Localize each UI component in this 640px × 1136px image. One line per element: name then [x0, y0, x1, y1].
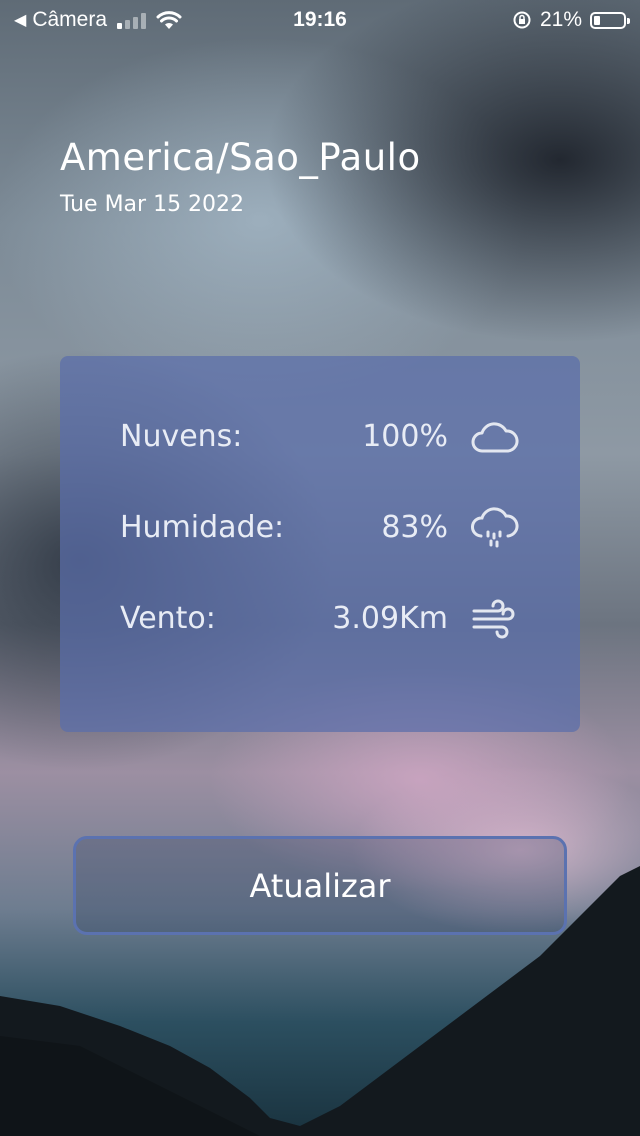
humidity-label: Humidade:	[120, 510, 285, 545]
wind-label: Vento:	[120, 601, 216, 636]
humidity-row: Humidade: 83%	[120, 502, 520, 552]
wind-row: Vento: 3.09Km	[120, 593, 520, 643]
current-date: Tue Mar 15 2022	[60, 192, 245, 217]
rotation-lock-icon	[513, 11, 531, 29]
clouds-value: 100%	[362, 419, 448, 454]
wind-value: 3.09Km	[332, 601, 448, 636]
cloud-rain-icon	[471, 507, 519, 548]
location-title: America/Sao_Paulo	[60, 136, 421, 179]
wind-icon	[472, 599, 515, 639]
clouds-label: Nuvens:	[120, 419, 243, 454]
status-bar: ◀ Câmera 19:16 21%	[0, 0, 640, 40]
weather-card: Nuvens: 100% Humidade: 83% Vento: 3.09Km	[60, 356, 580, 732]
humidity-value: 83%	[381, 510, 448, 545]
battery-icon	[590, 11, 630, 29]
battery-percentage: 21%	[539, 8, 582, 31]
cloud-icon	[471, 422, 519, 453]
refresh-button[interactable]: Atualizar	[73, 836, 567, 935]
clouds-row: Nuvens: 100%	[120, 411, 520, 461]
